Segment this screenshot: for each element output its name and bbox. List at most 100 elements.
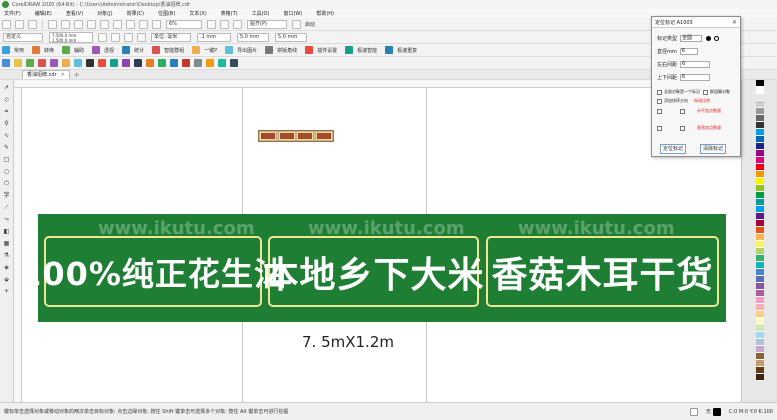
color-swatch[interactable] <box>756 213 764 220</box>
tool-icon-12[interactable] <box>134 59 142 67</box>
tool-icon-10[interactable] <box>110 59 118 67</box>
document-tab[interactable]: 香油招牌.cdr ✕ <box>22 70 70 79</box>
export-image-icon[interactable] <box>225 46 234 54</box>
tool-icon-2[interactable] <box>14 59 22 67</box>
one-key-icon[interactable] <box>192 46 201 54</box>
plugin-convert[interactable]: 转换 <box>44 47 54 54</box>
color-swatch[interactable] <box>756 115 764 122</box>
color-swatch[interactable] <box>756 80 764 87</box>
color-swatch[interactable] <box>756 325 764 332</box>
color-swatch[interactable] <box>756 304 764 311</box>
pdf-icon[interactable] <box>152 19 161 29</box>
all-objects-checkbox[interactable] <box>657 89 662 95</box>
color-swatch[interactable] <box>756 283 764 290</box>
smart-group-icon[interactable] <box>152 46 161 54</box>
menu-bitmaps[interactable]: 位图(B) <box>158 10 175 17</box>
dialog-title-bar[interactable]: 定位标记 A1003 ✕ <box>652 17 740 28</box>
group-checkbox[interactable] <box>703 89 708 95</box>
color-swatch[interactable] <box>756 332 764 339</box>
menu-file[interactable]: 文件(F) <box>4 10 21 17</box>
plugin-fast-smart[interactable]: 极速智能 <box>357 47 377 54</box>
tool-icon-16[interactable] <box>182 59 190 67</box>
shape-tool-icon[interactable]: ◇ <box>3 96 11 104</box>
menu-tools[interactable]: 工具(O) <box>252 10 270 17</box>
stats-icon[interactable] <box>122 46 131 54</box>
page-width-field[interactable]: 7,500.0 mm 1,500.0 mm <box>49 31 93 43</box>
grid-icon[interactable] <box>233 19 242 29</box>
color-swatch[interactable] <box>756 297 764 304</box>
page-size-preset[interactable]: 自定义 <box>3 32 43 42</box>
plugin-export-image[interactable]: 导出图片 <box>237 47 257 54</box>
color-swatch[interactable] <box>756 185 764 192</box>
color-swatch[interactable] <box>756 87 764 94</box>
tool-icon-8[interactable] <box>86 59 94 67</box>
check-b[interactable] <box>680 108 685 114</box>
transparency-tool-icon[interactable]: ▦ <box>3 240 11 248</box>
rectangle-tool-icon[interactable]: □ <box>3 156 11 164</box>
tool-icon-3[interactable] <box>26 59 34 67</box>
color-swatch[interactable] <box>756 220 764 227</box>
color-swatch[interactable] <box>756 199 764 206</box>
plugin-stats[interactable]: 统计 <box>134 47 144 54</box>
small-sign-thumbnail[interactable] <box>258 130 334 142</box>
shadow-tool-icon[interactable]: ◧ <box>3 228 11 236</box>
color-swatch[interactable] <box>756 157 764 164</box>
color-swatch[interactable] <box>756 206 764 213</box>
drawing-canvas[interactable]: 100%纯正花生油 本地乡下大米 香菇木耳干货 www.ikutu.com ww… <box>22 88 741 402</box>
tool-icon-17[interactable] <box>194 59 202 67</box>
dialog-close-icon[interactable]: ✕ <box>732 19 737 26</box>
color-swatch[interactable] <box>756 241 764 248</box>
color-swatch[interactable] <box>756 353 764 360</box>
fast-repeat-icon[interactable] <box>385 46 394 54</box>
plugin-crop-marks[interactable]: 拼版角线 <box>277 47 297 54</box>
snap-to-dropdown[interactable]: 贴齐(P) <box>247 19 287 29</box>
menu-object[interactable]: 对象(J) <box>97 10 112 17</box>
copy-icon[interactable] <box>61 19 70 29</box>
add-tab-icon[interactable]: + <box>74 71 80 79</box>
convert-icon[interactable] <box>32 46 41 54</box>
perspective-icon[interactable] <box>92 46 101 54</box>
assist-icon[interactable] <box>62 46 71 54</box>
fill-swatch-icon[interactable] <box>689 407 698 416</box>
plugin-common[interactable]: 常用 <box>14 47 24 54</box>
sign-panel-1[interactable]: 100%纯正花生油 <box>22 236 286 307</box>
menu-table[interactable]: 表格(T) <box>221 10 238 17</box>
plugin-smart-group[interactable]: 智能群组 <box>164 47 184 54</box>
color-swatch[interactable] <box>756 276 764 283</box>
options-gear-icon[interactable] <box>292 19 301 29</box>
menu-view[interactable]: 查看(V) <box>66 10 83 17</box>
color-swatch[interactable] <box>756 346 764 353</box>
tool-icon-20[interactable] <box>230 59 238 67</box>
tool-icon-6[interactable] <box>62 59 70 67</box>
black-circle-icon[interactable] <box>706 36 712 41</box>
launch-label[interactable]: 启动 <box>305 21 315 28</box>
clear-mark-button[interactable]: 清除标记 <box>700 144 726 154</box>
locate-mark-button[interactable]: 定位标记 <box>660 144 686 154</box>
color-swatch[interactable] <box>756 150 764 157</box>
zoom-tool-icon[interactable]: ⚲ <box>3 120 11 128</box>
tool-icon-14[interactable] <box>158 59 166 67</box>
order-checkbox[interactable] <box>657 98 662 104</box>
plugin-perspective[interactable]: 透视 <box>104 47 114 54</box>
new-document-icon[interactable] <box>2 19 11 29</box>
color-swatch[interactable] <box>756 129 764 136</box>
paste-icon[interactable] <box>74 19 83 29</box>
tool-icon-18[interactable] <box>206 59 214 67</box>
tool-icon-1[interactable] <box>2 59 10 67</box>
save-icon[interactable] <box>28 19 37 29</box>
text-tool-icon[interactable]: 字 <box>3 192 11 200</box>
menu-window[interactable]: 窗口(W) <box>283 10 302 17</box>
cut-icon[interactable] <box>48 19 57 29</box>
mark-type-select[interactable]: 全圆 <box>680 35 703 42</box>
tb-margin-input[interactable]: 6 <box>680 74 711 81</box>
tool-icon-13[interactable] <box>146 59 154 67</box>
color-swatch[interactable] <box>756 318 764 325</box>
rulers-icon[interactable] <box>220 19 229 29</box>
eyedropper-tool-icon[interactable]: ⚗ <box>3 252 11 260</box>
color-swatch[interactable] <box>756 136 764 143</box>
open-folder-icon[interactable] <box>15 19 24 29</box>
polygon-tool-icon[interactable]: ⬠ <box>3 180 11 188</box>
color-swatch[interactable] <box>756 360 764 367</box>
sign-panel-3[interactable]: 香菇木耳干货 <box>486 236 719 307</box>
green-signboard[interactable]: 100%纯正花生油 本地乡下大米 香菇木耳干货 www.ikutu.com ww… <box>22 214 726 322</box>
